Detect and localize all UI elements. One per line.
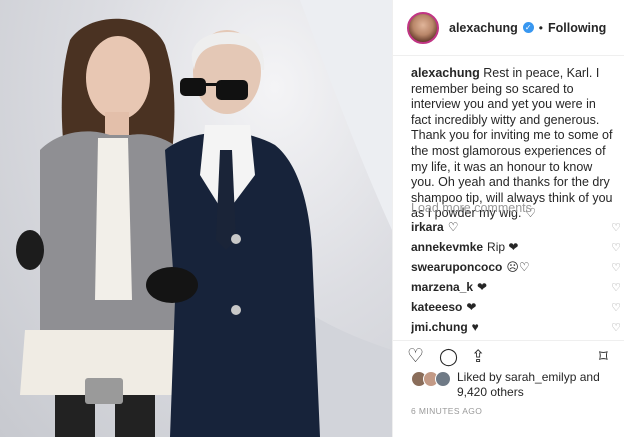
comment-item: irkara ♡ ♡	[411, 217, 621, 237]
following-button[interactable]: Following	[548, 21, 606, 35]
comment-like-icon[interactable]: ♡	[611, 261, 621, 274]
comment-like-icon[interactable]: ♡	[611, 221, 621, 234]
comment-like-icon[interactable]: ♡	[611, 301, 621, 314]
comment-text: ☹♡	[506, 260, 530, 274]
comment-username[interactable]: irkara	[411, 220, 444, 234]
comment-like-icon[interactable]: ♡	[611, 281, 621, 294]
post-photo[interactable]	[0, 0, 392, 437]
likes-summary: Liked by sarah_emilyp and 9,420 others	[411, 370, 600, 400]
post-timestamp[interactable]: 6 MINUTES AGO	[411, 406, 482, 416]
comment-text: Rip ❤	[487, 240, 519, 254]
verified-badge-icon: ✓	[522, 22, 534, 33]
caption-text: Rest in peace, Karl. I remember being so…	[411, 66, 613, 221]
comment-text: ❤	[477, 280, 488, 294]
comments-list: irkara ♡ ♡ annekevmke Rip ❤ ♡ swearuponc…	[411, 217, 621, 339]
share-icon[interactable]: ⇪	[471, 347, 485, 367]
comment-like-icon[interactable]: ♡	[611, 321, 621, 334]
post-image	[16, 0, 392, 437]
comment-like-icon[interactable]: ♡	[611, 241, 621, 254]
likes-line-1: Liked by sarah_emilyp and	[457, 370, 600, 384]
comment-bubble-icon[interactable]: ◯	[439, 347, 458, 367]
comment-item: jmi.chung ♥ ♡	[411, 317, 621, 337]
liker-avatars[interactable]	[411, 371, 451, 387]
comment-username[interactable]: annekevmke	[411, 240, 483, 254]
avatar[interactable]	[407, 11, 439, 44]
comment-text: ❤	[466, 300, 477, 314]
comment-username[interactable]: swearuponcoco	[411, 260, 502, 274]
comment-item: annekevmke Rip ❤ ♡	[411, 237, 621, 257]
save-bookmark-icon[interactable]: ⌑	[599, 347, 608, 367]
header-username[interactable]: alexachung	[449, 21, 518, 35]
comment-item: kateeeso ❤ ♡	[411, 297, 621, 317]
post-actions-bar: ♡ ◯ ⇪ ⌑	[393, 340, 624, 371]
caption-username[interactable]: alexachung	[411, 66, 480, 80]
comment-text: ♥	[471, 320, 479, 334]
likes-line-2: 9,420 others	[457, 385, 524, 399]
comment-username[interactable]: jmi.chung	[411, 320, 468, 334]
post-header: alexachung ✓ • Following	[393, 0, 624, 56]
comment-username[interactable]: marzena_k	[411, 280, 473, 294]
comment-item: kristinelaelli ♡♡♡ ♡	[411, 337, 621, 339]
header-separator: •	[538, 20, 543, 35]
comment-username[interactable]: kateeeso	[411, 300, 462, 314]
post-side-panel: alexachung ✓ • Following alexachung Rest…	[392, 0, 624, 437]
comment-item: marzena_k ❤ ♡	[411, 277, 621, 297]
comment-text: ♡	[447, 220, 459, 234]
like-heart-icon[interactable]: ♡	[407, 347, 424, 367]
comment-item: swearuponcoco ☹♡ ♡	[411, 257, 621, 277]
likes-text[interactable]: Liked by sarah_emilyp and 9,420 others	[457, 370, 600, 400]
post-caption: alexachung Rest in peace, Karl. I rememb…	[411, 66, 617, 222]
liker-avatar	[435, 371, 451, 387]
load-more-comments-button[interactable]: Load more comments	[411, 201, 532, 215]
